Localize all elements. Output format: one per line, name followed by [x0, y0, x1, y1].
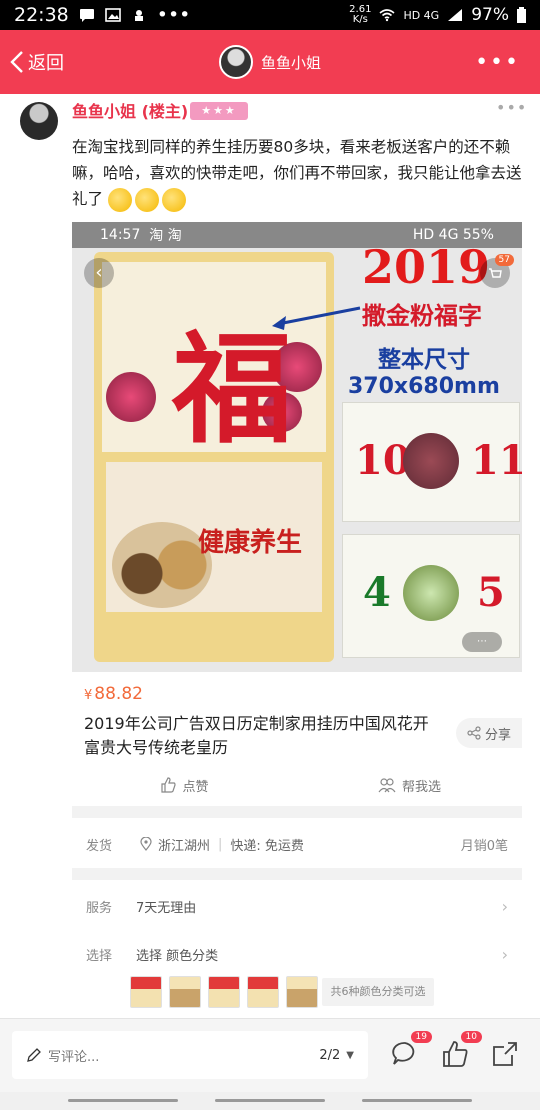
service-label: 服务: [86, 900, 113, 916]
comment-input[interactable]: 写评论... 2/2 ▼: [12, 1031, 368, 1079]
select-label: 选择: [86, 948, 113, 964]
header-title: 鱼鱼小姐: [260, 53, 321, 72]
speech-bubble-icon: [392, 1042, 415, 1065]
color-swatch[interactable]: [169, 976, 201, 1008]
shipping-row: 发货 浙江湖州 | 快递: 免运费 月销0笔: [72, 826, 522, 862]
color-swatch[interactable]: [130, 976, 162, 1008]
location-pin-icon: [140, 837, 152, 851]
author-avatar[interactable]: [20, 102, 58, 140]
thinking-emoji-icon: [107, 187, 132, 212]
color-swatch[interactable]: [247, 976, 279, 1008]
thumbs-up-icon: [443, 1041, 468, 1067]
color-swatch[interactable]: [286, 976, 318, 1008]
cart-icon: [489, 267, 502, 278]
network-type: HD 4G: [403, 8, 440, 22]
comment-count-badge: 19: [410, 1031, 432, 1043]
thinking-emoji-icon: [161, 187, 186, 212]
help-choose-button[interactable]: 帮我选: [297, 770, 522, 800]
status-time: 22:38: [14, 4, 69, 26]
battery-icon: [517, 7, 526, 23]
shipping-label: 发货: [86, 838, 113, 854]
separator: |: [218, 836, 223, 852]
comment-placeholder: 写评论...: [48, 1049, 100, 1065]
share-button[interactable]: 分享: [456, 718, 522, 748]
service-value: 7天无理由: [136, 900, 197, 916]
color-swatches: [130, 976, 318, 1008]
share-post-button[interactable]: [490, 1039, 522, 1071]
message-icon: [79, 9, 94, 22]
like-button[interactable]: 点赞: [72, 770, 297, 800]
reaction-row: 点赞 帮我选: [72, 770, 522, 800]
select-row[interactable]: 选择 选择 颜色分类 ›: [72, 934, 522, 974]
status-more: •••: [156, 4, 191, 26]
divider: [72, 868, 522, 880]
system-nav-bar: [0, 1092, 540, 1110]
size-value: 370x680mm: [348, 374, 500, 399]
like-count-badge: 10: [460, 1031, 482, 1043]
chevron-right-icon: ›: [501, 944, 508, 964]
color-swatch[interactable]: [208, 976, 240, 1008]
image-icon: [104, 8, 121, 22]
feature-label: 撒金粉福字: [362, 302, 482, 330]
like-post-button[interactable]: 10: [440, 1031, 482, 1071]
signal-icon: [448, 9, 463, 21]
thumbs-up-icon: [161, 777, 177, 793]
color-options-note[interactable]: 共6种颜色分类可选: [322, 978, 434, 1006]
divider: [72, 806, 522, 818]
calendar-thumbnail: 10 11: [342, 402, 522, 522]
health-label: 健康养生: [198, 528, 303, 558]
network-speed: 2.61 K/s: [349, 4, 372, 25]
status-bar: 22:38 ••• 2.61 K/s HD 4G 97%: [0, 0, 540, 30]
battery-percent: 97%: [471, 5, 509, 25]
cart-count-badge: 57: [494, 254, 514, 266]
wifi-icon: [379, 9, 395, 22]
pencil-icon: [27, 1048, 41, 1062]
size-heading: 整本尺寸: [378, 347, 470, 373]
back-button[interactable]: 返回: [0, 49, 120, 75]
chevron-right-icon: ›: [501, 896, 508, 916]
product-image[interactable]: 14:57 淘 淘 HD 4G 55% 福 健康养生 2019 撒金粉福字 整本…: [72, 222, 522, 672]
nav-handle[interactable]: [362, 1099, 472, 1102]
nav-handle[interactable]: [68, 1099, 178, 1102]
select-value: 选择 颜色分类: [136, 948, 219, 964]
image-prev-button[interactable]: ‹: [84, 258, 114, 288]
author-name[interactable]: 鱼鱼小姐 (楼主): [72, 98, 188, 122]
monthly-sales: 月销0笔: [460, 838, 508, 854]
service-row[interactable]: 服务 7天无理由 ›: [72, 886, 522, 926]
comment-bar: 写评论... 2/2 ▼ 19 10: [0, 1018, 540, 1092]
author-level-badge: ★★★: [190, 102, 248, 120]
header-avatar[interactable]: [218, 45, 253, 79]
post-more-button[interactable]: •••: [496, 98, 527, 117]
people-icon: [378, 778, 396, 793]
app-header: 返回 鱼鱼小姐 •••: [0, 30, 540, 94]
more-button[interactable]: •••: [420, 50, 540, 75]
delivery-info: 快递: 免运费: [230, 838, 304, 854]
notification-icon: [134, 10, 143, 21]
dropdown-triangle-icon[interactable]: ▼: [346, 1050, 354, 1061]
thinking-emoji-icon: [134, 187, 159, 212]
shipping-location: 浙江湖州: [158, 838, 211, 854]
product-title[interactable]: 2019年公司广告双日历定制家用挂历中国风花开富贵大号传统老皇历: [84, 712, 444, 760]
back-label: 返回: [28, 53, 64, 74]
nav-handle[interactable]: [215, 1099, 325, 1102]
product-price: ¥88.82: [84, 684, 143, 704]
chevron-left-icon: [10, 51, 23, 73]
arrow-pointer-icon: [272, 306, 361, 330]
year-label: 2019: [362, 240, 491, 294]
share-out-icon: [493, 1042, 517, 1066]
grains-picture: [112, 522, 212, 608]
share-icon: [467, 726, 481, 740]
post-text: 在淘宝找到同样的养生挂历要80多块，看来老板送客户的还不赖嘛，哈哈，喜欢的快带走…: [72, 134, 524, 212]
comments-button[interactable]: 19: [390, 1031, 432, 1071]
page-indicator[interactable]: 2/2: [319, 1048, 340, 1063]
image-pager[interactable]: ⋯: [462, 632, 502, 652]
